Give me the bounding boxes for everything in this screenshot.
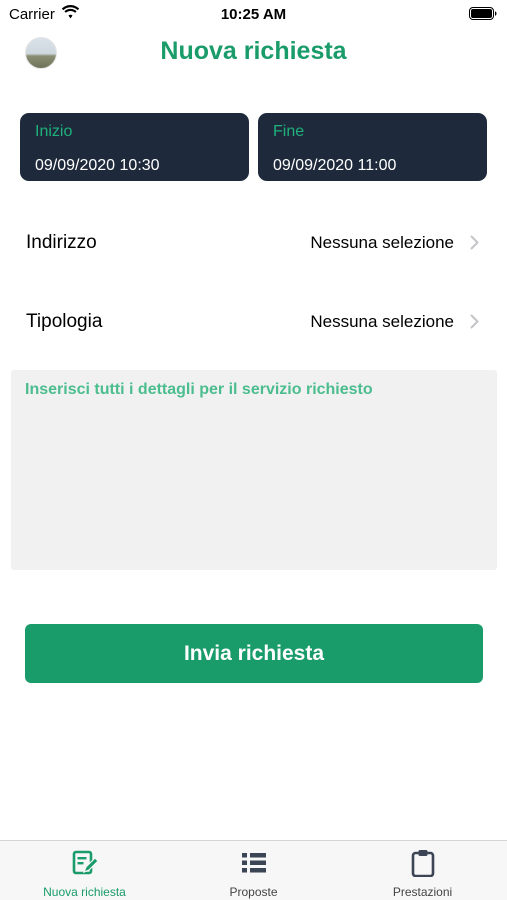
status-bar: Carrier 10:25 AM <box>0 0 507 28</box>
end-date-label: Fine <box>273 123 305 140</box>
tab-label: Proposte <box>229 885 278 899</box>
tab-label: Nuova richiesta <box>43 885 126 899</box>
tab-prestazioni[interactable]: Prestazioni <box>338 841 507 900</box>
navigation-bar: Nuova richiesta <box>0 28 507 76</box>
clipboard-icon <box>411 850 435 877</box>
address-row[interactable]: Indirizzo Nessuna selezione <box>0 221 507 265</box>
tab-proposte[interactable]: Proposte <box>169 841 338 900</box>
start-date-value: 09/09/2020 10:30 <box>35 157 160 174</box>
details-textarea[interactable]: Inserisci tutti i dettagli per il serviz… <box>11 370 497 570</box>
tab-label: Prestazioni <box>392 885 453 899</box>
address-value: Nessuna selezione <box>310 233 454 252</box>
details-placeholder: Inserisci tutti i dettagli per il serviz… <box>25 381 373 398</box>
address-label: Indirizzo <box>26 232 97 253</box>
clock: 10:25 AM <box>220 6 287 23</box>
type-value: Nessuna selezione <box>310 312 454 331</box>
type-label: Tipologia <box>26 311 103 332</box>
battery-icon <box>469 7 497 20</box>
end-date-picker[interactable]: Fine 09/09/2020 11:00 <box>258 113 487 181</box>
tab-bar: Nuova richiesta Proposte Prestazioni <box>0 840 507 900</box>
list-icon <box>242 853 266 873</box>
type-row[interactable]: Tipologia Nessuna selezione <box>0 300 507 344</box>
chevron-right-icon <box>470 235 479 250</box>
chevron-right-icon <box>470 314 479 329</box>
end-date-value: 09/09/2020 11:00 <box>273 157 397 174</box>
submit-request-button[interactable]: Invia richiesta <box>25 624 483 683</box>
tab-nuova-richiesta[interactable]: Nuova richiesta <box>0 841 169 900</box>
page-title: Nuova richiesta <box>160 37 347 65</box>
start-date-picker[interactable]: Inizio 09/09/2020 10:30 <box>20 113 249 181</box>
start-date-label: Inizio <box>35 123 73 140</box>
edit-request-icon <box>72 850 98 875</box>
